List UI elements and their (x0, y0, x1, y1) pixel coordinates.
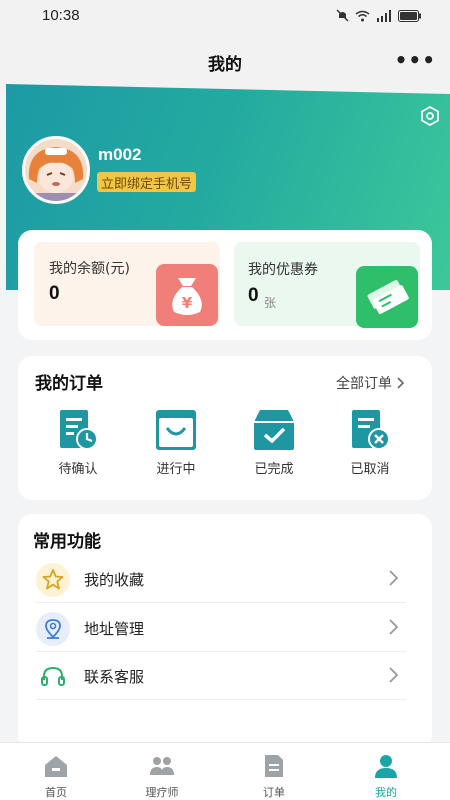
username: m002 (98, 145, 142, 164)
feature-item-customer-service[interactable]: 联系客服 (36, 652, 406, 700)
orders-title: 我的订单 (35, 374, 103, 394)
settings-hexagon-icon[interactable] (419, 105, 441, 127)
feature-item-address[interactable]: 地址管理 (36, 604, 406, 652)
status-time: 10:38 (42, 7, 80, 24)
coupon-box[interactable]: 我的优惠券 0 张 (234, 242, 420, 328)
therapist-icon (150, 757, 174, 775)
location-icon (45, 619, 61, 639)
coupon-unit: 张 (264, 296, 277, 310)
mute-icon (336, 9, 349, 22)
avatar[interactable] (22, 136, 90, 204)
profile-icon (375, 755, 397, 778)
order-status-pending[interactable]: 待确认 (38, 408, 118, 486)
chevron-right-icon (397, 377, 405, 389)
tab-label-profile: 我的 (375, 786, 397, 799)
order-status-cancelled[interactable]: 已取消 (330, 408, 410, 486)
status-icons (336, 9, 422, 22)
page-title: 我的 (208, 55, 242, 75)
avatar-image (25, 139, 87, 201)
address-icon-wrap (36, 612, 70, 646)
bind-phone-link[interactable]: 立即绑定手机号 (97, 172, 197, 192)
chevron-right-icon (389, 570, 399, 586)
tab-home[interactable]: 首页 (0, 743, 112, 800)
order-label-completed: 已完成 (254, 462, 294, 477)
bottom-tab-bar: 首页 理疗师 订单 我的 (0, 742, 450, 800)
order-label-in-progress: 进行中 (156, 462, 196, 477)
order-status-completed[interactable]: 已完成 (234, 408, 314, 486)
coupon-value: 0 (248, 285, 259, 306)
feature-label-address: 地址管理 (84, 620, 145, 638)
coupon-label: 我的优惠券 (248, 262, 318, 278)
tab-label-orders: 订单 (263, 786, 285, 799)
features-title: 常用功能 (33, 532, 101, 552)
pending-doc-clock-icon (60, 410, 98, 450)
shopping-bag-icon (156, 410, 196, 450)
chevron-right-icon (389, 667, 399, 683)
chevron-right-icon (389, 619, 399, 635)
star-icon (42, 569, 64, 590)
more-menu-button[interactable]: ••• (395, 48, 436, 72)
home-icon (45, 756, 67, 777)
balance-box[interactable]: 我的余额(元) 0 ¥ (34, 242, 220, 326)
headset-icon (41, 666, 65, 686)
doc-cancel-icon (352, 410, 390, 450)
order-label-cancelled: 已取消 (350, 462, 390, 477)
ticket-icon (356, 266, 418, 328)
order-icon (265, 755, 283, 777)
tab-label-home: 首页 (45, 786, 67, 799)
tab-therapist[interactable]: 理疗师 (106, 743, 218, 800)
order-label-pending: 待确认 (58, 462, 98, 477)
tab-label-therapist: 理疗师 (145, 786, 179, 799)
all-orders-label: 全部订单 (336, 376, 392, 392)
order-status-in-progress[interactable]: 进行中 (136, 408, 216, 486)
feature-label-favorites: 我的收藏 (84, 571, 145, 589)
feature-item-favorites[interactable]: 我的收藏 (36, 555, 406, 603)
tab-profile[interactable]: 我的 (330, 743, 442, 800)
feature-label-customer-service: 联系客服 (84, 668, 145, 686)
battery-icon (398, 9, 421, 22)
favorites-icon-wrap (36, 563, 70, 597)
customer-service-icon-wrap (36, 660, 70, 694)
money-bag-icon: ¥ (156, 264, 218, 326)
box-check-icon (254, 410, 294, 450)
balance-value: 0 (49, 283, 60, 304)
balance-label: 我的余额(元) (49, 261, 130, 277)
status-bar: 10:38 (0, 0, 450, 32)
nav-bar: 我的 ••• (0, 32, 450, 90)
tab-orders[interactable]: 订单 (218, 743, 330, 800)
wifi-icon (355, 10, 370, 21)
svg-text:¥: ¥ (182, 294, 193, 312)
signal-icon (377, 9, 391, 22)
all-orders-link[interactable]: 全部订单 (336, 373, 406, 393)
